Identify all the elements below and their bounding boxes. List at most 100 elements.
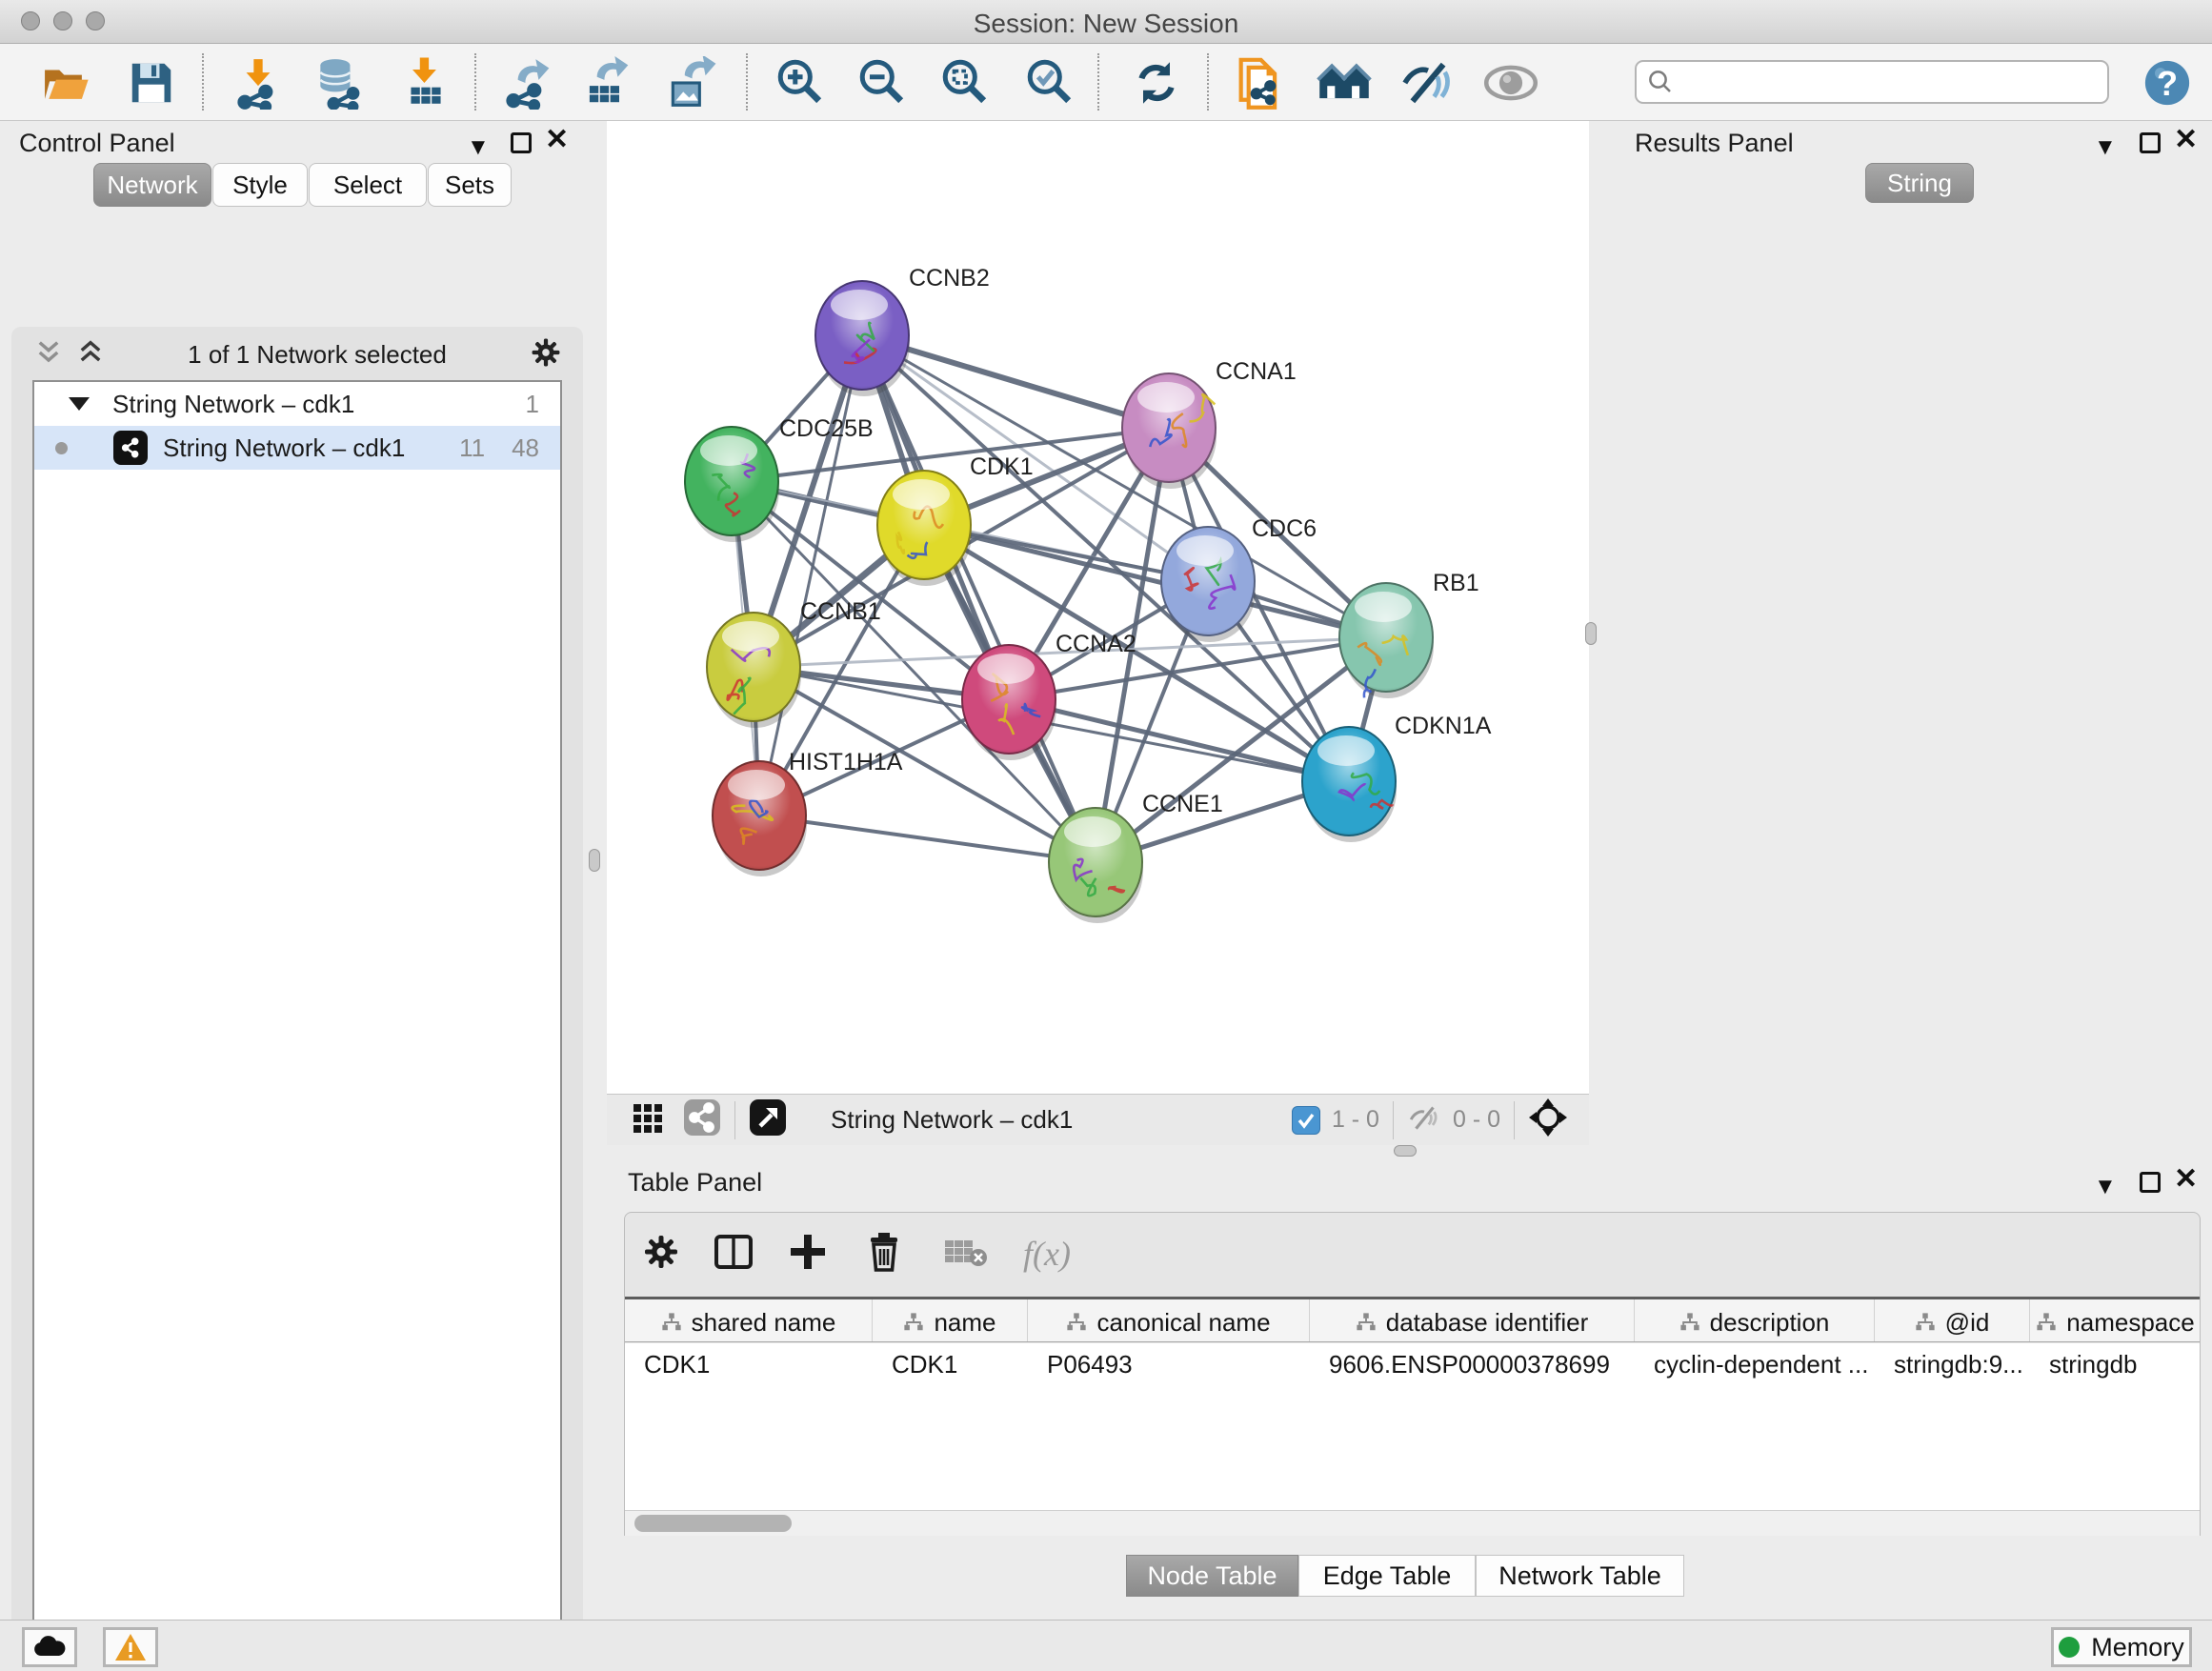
search-input[interactable] [1675, 69, 2084, 96]
network-collection-row[interactable]: String Network – cdk1 1 [34, 382, 560, 426]
collapse-all-icon[interactable] [34, 338, 63, 372]
import-network-file-icon[interactable] [231, 55, 286, 111]
network-node-CCNA2[interactable]: CCNA2 [962, 631, 1136, 760]
network-node-CDC25B[interactable]: CDC25B [685, 415, 874, 542]
network-share-icon[interactable] [683, 1098, 721, 1141]
column-header-2[interactable]: canonical name [1028, 1299, 1310, 1342]
export-image-icon[interactable] [663, 55, 718, 111]
column-header-4[interactable]: description [1635, 1299, 1875, 1342]
column-header-0[interactable]: shared name [625, 1299, 873, 1342]
tab-edge-table[interactable]: Edge Table [1298, 1555, 1476, 1597]
add-column-icon[interactable] [787, 1231, 829, 1278]
tab-select[interactable]: Select [309, 163, 427, 207]
table-panel-close-icon[interactable]: ✕ [2174, 1169, 2198, 1190]
collection-expander-icon[interactable] [69, 397, 90, 411]
tab-string[interactable]: String [1865, 163, 1974, 203]
table-settings-gear-icon[interactable] [642, 1233, 680, 1276]
memory-button[interactable]: Memory [2051, 1627, 2192, 1667]
network-node-CCNB2[interactable]: CCNB2 [815, 265, 990, 396]
zoom-out-icon[interactable] [855, 55, 911, 111]
network-node-CCNE1[interactable]: CCNE1 [1049, 791, 1223, 923]
table-cell[interactable]: P06493 [1028, 1350, 1310, 1379]
network-edge[interactable] [862, 335, 1096, 862]
divider [734, 1101, 735, 1139]
network-edge[interactable] [759, 815, 1096, 862]
search-field[interactable] [1635, 60, 2109, 104]
control-panel-close-icon[interactable]: ✕ [545, 130, 569, 151]
network-options-gear-icon[interactable] [530, 336, 562, 373]
horizontal-splitter-handle[interactable] [1394, 1145, 1417, 1157]
grid-view-icon[interactable] [632, 1100, 666, 1139]
open-file-icon[interactable] [38, 55, 93, 111]
scrollbar-thumb[interactable] [634, 1515, 792, 1532]
string-home-icon[interactable] [1317, 55, 1372, 111]
table-cell[interactable]: cyclin-dependent ... [1635, 1350, 1875, 1379]
tab-network-table[interactable]: Network Table [1476, 1555, 1684, 1597]
tab-node-table[interactable]: Node Table [1126, 1555, 1298, 1597]
zoom-selected-icon[interactable] [1023, 55, 1078, 111]
share-clipboard-icon[interactable] [1232, 55, 1287, 111]
cloud-button[interactable] [22, 1627, 77, 1667]
export-table-icon[interactable] [578, 55, 633, 111]
zoom-fit-icon[interactable] [938, 55, 994, 111]
results-panel-menu-icon[interactable]: ▼ [2094, 134, 2117, 161]
tab-network[interactable]: Network [93, 163, 211, 207]
column-header-1[interactable]: name [873, 1299, 1028, 1342]
node-label-RB1: RB1 [1433, 570, 1479, 596]
zoom-in-icon[interactable] [774, 55, 829, 111]
import-table-file-icon[interactable] [398, 55, 453, 111]
window-title: Session: New Session [0, 9, 2212, 39]
network-edge[interactable] [924, 525, 1386, 637]
save-session-icon[interactable] [124, 55, 179, 111]
table-panel-menu-icon[interactable]: ▼ [2094, 1174, 2117, 1200]
export-network-icon[interactable] [499, 55, 554, 111]
table-cell[interactable]: CDK1 [625, 1350, 873, 1379]
hidden-eye-icon[interactable] [1407, 1099, 1443, 1140]
selected-checkbox-icon[interactable] [1292, 1106, 1320, 1135]
column-header-6[interactable]: namespace [2030, 1299, 2200, 1342]
left-splitter-handle[interactable] [589, 849, 600, 872]
table-cell[interactable]: CDK1 [873, 1350, 1028, 1379]
fit-selected-crosshair-icon[interactable] [1528, 1097, 1568, 1142]
network-row[interactable]: String Network – cdk1 11 48 [34, 426, 560, 470]
network-node-HIST1H1A[interactable]: HIST1H1A [713, 749, 903, 876]
search-icon [1646, 68, 1675, 96]
network-node-CDKN1A[interactable]: CDKN1A [1302, 713, 1492, 842]
results-panel-float-icon[interactable] [2140, 132, 2161, 153]
delete-table-icon [943, 1233, 989, 1276]
right-splitter-handle[interactable] [1585, 622, 1597, 645]
table-panel: Table Panel ▼ ✕ [607, 1157, 2212, 1620]
help-icon[interactable]: ? [2140, 55, 2195, 111]
table-panel-float-icon[interactable] [2140, 1172, 2161, 1193]
table-row[interactable]: CDK1CDK1P064939606.ENSP00000378699cyclin… [625, 1343, 2200, 1385]
column-header-3[interactable]: database identifier [1310, 1299, 1635, 1342]
show-all-icon[interactable] [1483, 55, 1538, 111]
table-horizontal-scrollbar[interactable] [625, 1510, 2200, 1536]
delete-column-icon[interactable] [863, 1231, 905, 1278]
control-panel-menu-icon[interactable]: ▼ [467, 134, 490, 161]
hide-selected-icon[interactable] [1400, 55, 1456, 111]
selection-summary: 1 of 1 Network selected [105, 340, 530, 370]
refresh-icon[interactable] [1129, 55, 1184, 111]
expand-all-icon[interactable] [76, 338, 105, 372]
network-graph[interactable]: CCNB2CCNA1CDC25BCDK1CDC6RB1CCNB1CCNA2CDK… [607, 121, 1589, 1094]
birds-eye-view-icon[interactable] [749, 1098, 787, 1141]
network-node-RB1[interactable]: RB1 [1339, 570, 1479, 698]
control-panel-float-icon[interactable] [511, 132, 532, 153]
tab-sets[interactable]: Sets [428, 163, 512, 207]
node-label-CCNB2: CCNB2 [909, 265, 990, 292]
tab-style[interactable]: Style [212, 163, 308, 207]
show-columns-icon[interactable] [713, 1231, 754, 1278]
toolbar-divider [202, 53, 204, 111]
network-canvas[interactable]: CCNB2CCNA1CDC25BCDK1CDC6RB1CCNB1CCNA2CDK… [607, 121, 1589, 1094]
selected-counts: 1 - 0 [1332, 1106, 1379, 1134]
results-panel-close-icon[interactable]: ✕ [2174, 130, 2198, 151]
column-header-5[interactable]: @id [1875, 1299, 2030, 1342]
network-edge[interactable] [759, 335, 862, 815]
warning-button[interactable] [103, 1627, 158, 1667]
network-node-CDC6[interactable]: CDC6 [1161, 515, 1317, 642]
table-cell[interactable]: 9606.ENSP00000378699 [1310, 1350, 1635, 1379]
import-network-database-icon[interactable] [311, 55, 366, 111]
table-cell[interactable]: stringdb [2030, 1350, 2200, 1379]
table-cell[interactable]: stringdb:9... [1875, 1350, 2030, 1379]
